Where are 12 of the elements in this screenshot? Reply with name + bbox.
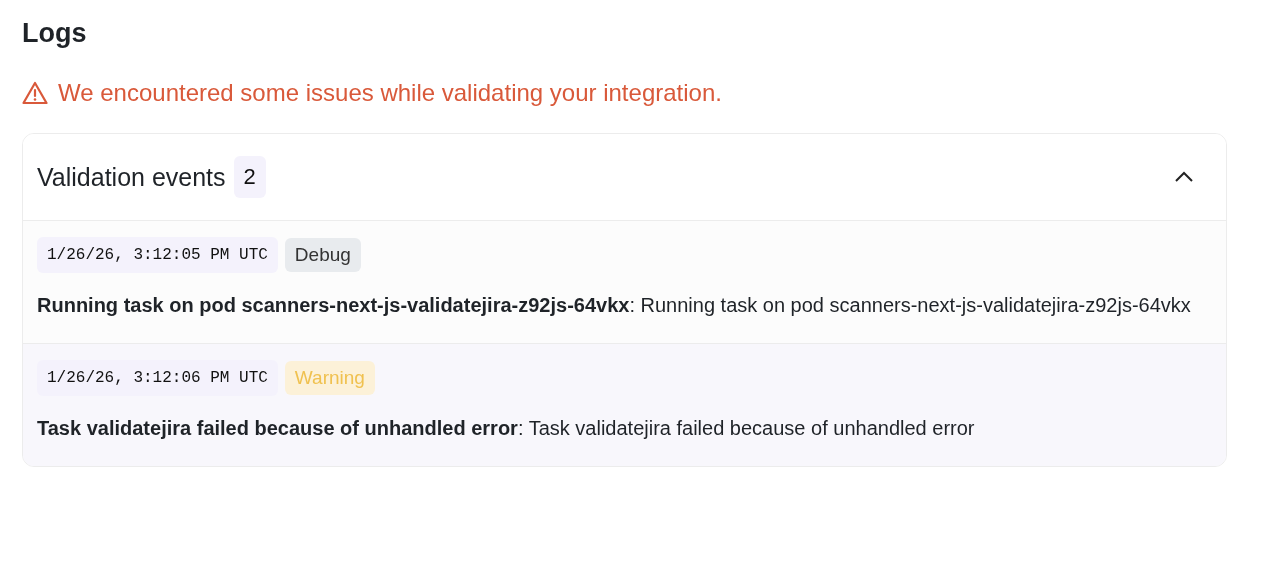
timestamp: 1/26/26, 3:12:06 PM UTC bbox=[37, 360, 278, 396]
level-tag: Debug bbox=[284, 238, 361, 272]
level-tag: Warning bbox=[284, 361, 375, 395]
event-message: Running task on pod scanners-next-js-validatejira-z92js-64vkx: Running task on pod scanners-next-js-validatejira-z92js-64vkx bbox=[37, 293, 1192, 318]
panel-title: Validation events bbox=[37, 162, 226, 192]
alert-message: We encountered some issues while validating your integration. bbox=[58, 79, 722, 107]
page-title: Logs bbox=[22, 18, 88, 49]
count-badge: 2 bbox=[233, 156, 266, 198]
warning-icon bbox=[22, 81, 48, 105]
timestamp: 1/26/26, 3:12:05 PM UTC bbox=[37, 237, 278, 273]
event-message: Task validatejira failed because of unhandled error: Task validatejira failed because of unhandled error bbox=[37, 416, 976, 441]
chevron-icon bbox=[1174, 171, 1194, 183]
